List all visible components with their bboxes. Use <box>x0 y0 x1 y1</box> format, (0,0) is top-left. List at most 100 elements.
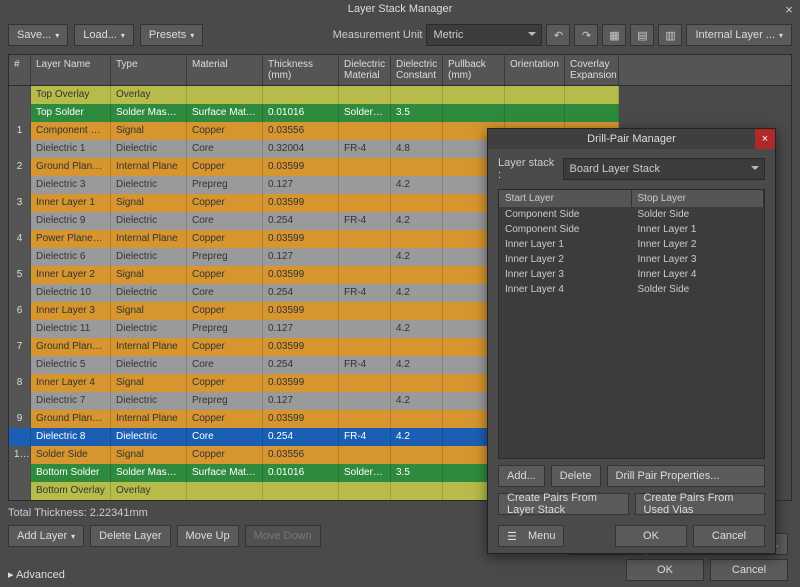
cell[interactable] <box>339 266 391 284</box>
cell[interactable] <box>565 104 619 122</box>
cell[interactable]: Inner Layer 3 <box>31 302 111 320</box>
cell[interactable] <box>339 302 391 320</box>
cell[interactable]: Overlay <box>111 482 187 500</box>
cell[interactable]: Internal Plane <box>111 230 187 248</box>
cell[interactable]: 3.5 <box>391 104 443 122</box>
cell[interactable]: Top Solder <box>31 104 111 122</box>
cell[interactable]: Surface Material <box>187 464 263 482</box>
cell[interactable] <box>391 194 443 212</box>
cell[interactable]: 4.2 <box>391 176 443 194</box>
cell[interactable]: 0.01016 <box>263 104 339 122</box>
cell[interactable] <box>391 302 443 320</box>
cell[interactable] <box>391 446 443 464</box>
cell[interactable]: 0.03556 <box>263 122 339 140</box>
table-row[interactable]: Top SolderSolder Mask/Co...Surface Mater… <box>9 104 791 122</box>
col-header[interactable]: Thickness (mm) <box>263 55 339 85</box>
cell[interactable]: Signal <box>111 122 187 140</box>
cell[interactable] <box>339 122 391 140</box>
col-header[interactable]: Material <box>187 55 263 85</box>
cell[interactable]: 4.2 <box>391 392 443 410</box>
cell[interactable] <box>339 410 391 428</box>
cell[interactable]: Signal <box>111 374 187 392</box>
cell[interactable] <box>187 482 263 500</box>
cell[interactable]: Dielectric <box>111 320 187 338</box>
cell[interactable]: FR-4 <box>339 140 391 158</box>
cell[interactable]: Overlay <box>111 86 187 104</box>
cell[interactable]: 0.03599 <box>263 410 339 428</box>
cell[interactable]: Ground Plane 2 ... <box>31 410 111 428</box>
cell[interactable]: 0.03599 <box>263 158 339 176</box>
cell[interactable] <box>391 338 443 356</box>
cell[interactable] <box>565 86 619 104</box>
presets-button[interactable]: Presets▾ <box>140 24 203 46</box>
cell[interactable]: 0.32004 <box>263 140 339 158</box>
col-header[interactable]: Dielectric Material <box>339 55 391 85</box>
cell[interactable]: Copper <box>187 302 263 320</box>
cell[interactable]: Ground Plane 1 ... <box>31 158 111 176</box>
tool2-icon[interactable]: ▤ <box>630 24 654 46</box>
cell[interactable]: Copper <box>187 446 263 464</box>
cell[interactable]: 0.03556 <box>263 446 339 464</box>
list-item[interactable]: Component SideSolder Side <box>499 207 764 222</box>
measurement-combo[interactable]: Metric <box>426 24 542 46</box>
cell[interactable]: Copper <box>187 338 263 356</box>
cell[interactable] <box>391 482 443 500</box>
cell[interactable]: Dielectric 3 <box>31 176 111 194</box>
cell[interactable] <box>391 374 443 392</box>
cell[interactable]: Core <box>187 428 263 446</box>
cell[interactable] <box>391 410 443 428</box>
cell[interactable]: 4.2 <box>391 428 443 446</box>
cell[interactable]: Dielectric <box>111 212 187 230</box>
cell[interactable]: Solder Side <box>31 446 111 464</box>
cell[interactable]: 4.2 <box>391 320 443 338</box>
cell[interactable]: Copper <box>187 230 263 248</box>
cell[interactable]: Inner Layer 1 <box>31 194 111 212</box>
cell[interactable]: 4.8 <box>391 140 443 158</box>
col-header[interactable]: Coverlay Expansion <box>565 55 619 85</box>
cell[interactable] <box>339 158 391 176</box>
cell[interactable] <box>339 482 391 500</box>
menu-button[interactable]: ☰ Menu <box>498 525 564 547</box>
list-item[interactable]: Inner Layer 3Inner Layer 4 <box>499 267 764 282</box>
cell[interactable]: Prepreg <box>187 248 263 266</box>
dlg-ok-button[interactable]: OK <box>615 525 687 547</box>
cell[interactable]: 0.03599 <box>263 374 339 392</box>
cell[interactable] <box>263 86 339 104</box>
undo-icon[interactable]: ↶ <box>546 24 570 46</box>
col-header[interactable]: Orientation <box>505 55 565 85</box>
cell[interactable]: Dielectric <box>111 392 187 410</box>
cell[interactable]: 0.127 <box>263 320 339 338</box>
cell[interactable] <box>391 158 443 176</box>
add-layer-button[interactable]: Add Layer▾ <box>8 525 84 547</box>
cell[interactable]: 0.03599 <box>263 194 339 212</box>
cell[interactable]: 0.254 <box>263 284 339 302</box>
cell[interactable]: Signal <box>111 302 187 320</box>
delete-layer-button[interactable]: Delete Layer <box>90 525 170 547</box>
cell[interactable] <box>339 374 391 392</box>
delete-pair-button[interactable]: Delete <box>551 465 601 487</box>
cell[interactable] <box>339 230 391 248</box>
cell[interactable]: 0.127 <box>263 176 339 194</box>
cell[interactable] <box>339 176 391 194</box>
cell[interactable]: Dielectric <box>111 140 187 158</box>
list-item[interactable]: Inner Layer 1Inner Layer 2 <box>499 237 764 252</box>
cell[interactable]: 4.2 <box>391 356 443 374</box>
cell[interactable]: 0.03599 <box>263 230 339 248</box>
cell[interactable]: Copper <box>187 122 263 140</box>
cell[interactable] <box>443 104 505 122</box>
cell[interactable]: Solder Mask/Co... <box>111 464 187 482</box>
cell[interactable]: FR-4 <box>339 428 391 446</box>
cell[interactable]: FR-4 <box>339 284 391 302</box>
cell[interactable]: Prepreg <box>187 392 263 410</box>
cell[interactable]: 0.03599 <box>263 338 339 356</box>
cell[interactable]: Dielectric 5 <box>31 356 111 374</box>
cell[interactable] <box>339 446 391 464</box>
add-pair-button[interactable]: Add... <box>498 465 545 487</box>
cell[interactable]: Core <box>187 284 263 302</box>
cell[interactable]: Core <box>187 356 263 374</box>
cell[interactable]: 0.254 <box>263 428 339 446</box>
cell[interactable]: Copper <box>187 374 263 392</box>
from-vias-button[interactable]: Create Pairs From Used Vias <box>635 493 766 515</box>
list-item[interactable]: Component SideInner Layer 1 <box>499 222 764 237</box>
cell[interactable] <box>339 320 391 338</box>
